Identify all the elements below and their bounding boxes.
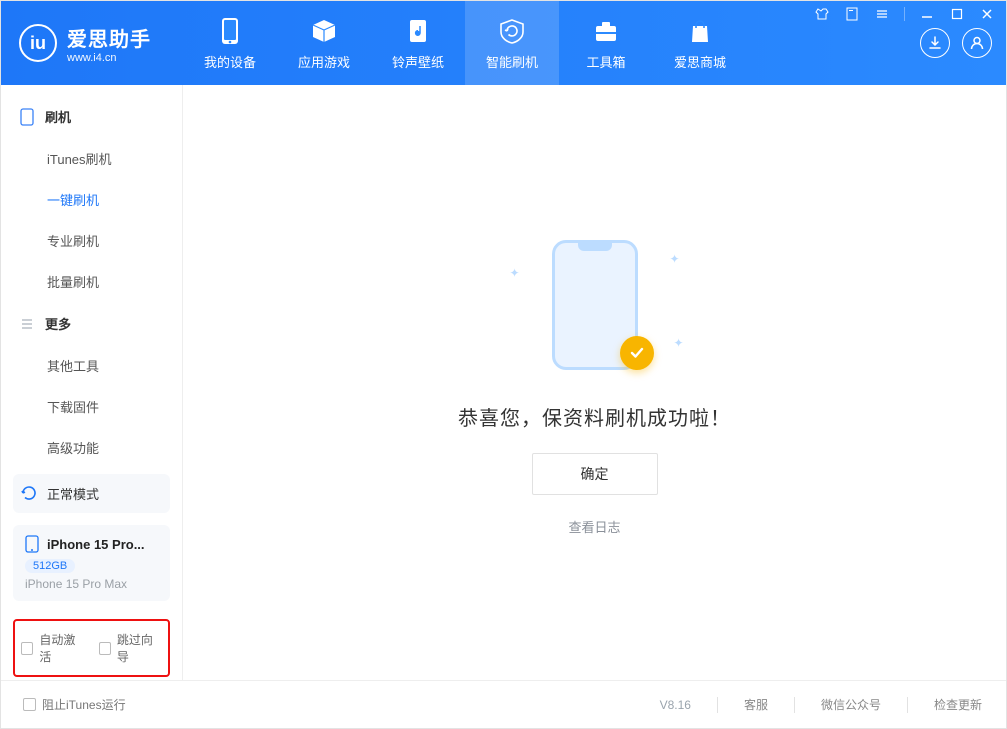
version-label: V8.16 (660, 698, 691, 712)
success-message: 恭喜您，保资料刷机成功啦！ (458, 402, 731, 431)
top-nav: 我的设备 应用游戏 铃声壁纸 智能刷机 工具箱 爱思商城 (183, 1, 747, 85)
phone-icon (215, 16, 245, 46)
nav-label: 智能刷机 (486, 52, 538, 71)
divider (907, 697, 908, 713)
footer-link-support[interactable]: 客服 (744, 696, 768, 713)
sidebar-item-pro-flash[interactable]: 专业刷机 (1, 220, 182, 261)
nav-label: 应用游戏 (298, 52, 350, 71)
nav-label: 爱思商城 (674, 52, 726, 71)
download-center-icon[interactable] (920, 28, 950, 58)
device-card[interactable]: iPhone 15 Pro... 512GB iPhone 15 Pro Max (13, 525, 170, 601)
checkbox-icon (21, 642, 33, 655)
footer-link-update[interactable]: 检查更新 (934, 696, 982, 713)
music-icon (403, 16, 433, 46)
nav-label: 工具箱 (586, 52, 625, 71)
view-log-link[interactable]: 查看日志 (568, 517, 620, 536)
section-title: 更多 (45, 314, 71, 333)
checkbox-icon (99, 642, 111, 655)
skin-icon[interactable] (812, 4, 832, 24)
window-controls (812, 4, 997, 24)
checkbox-label: 跳过向导 (117, 631, 162, 665)
sidebar-item-batch-flash[interactable]: 批量刷机 (1, 261, 182, 302)
sidebar-item-itunes-flash[interactable]: iTunes刷机 (1, 138, 182, 179)
refresh-shield-icon (497, 16, 527, 46)
main-content: ✦✦✦ 恭喜您，保资料刷机成功啦！ 确定 查看日志 (183, 85, 1006, 680)
phone-refresh-icon (19, 109, 35, 125)
minimize-icon[interactable] (917, 4, 937, 24)
brand-logo: iu 爱思助手 www.i4.cn (1, 1, 183, 85)
checkbox-label: 阻止iTunes运行 (42, 696, 126, 713)
section-title: 刷机 (45, 107, 71, 126)
device-model: iPhone 15 Pro Max (25, 577, 158, 591)
close-icon[interactable] (977, 4, 997, 24)
nav-apps-games[interactable]: 应用游戏 (277, 1, 371, 85)
success-illustration: ✦✦✦ (530, 230, 660, 380)
checkbox-block-itunes[interactable]: 阻止iTunes运行 (23, 696, 126, 713)
nav-store[interactable]: 爱思商城 (653, 1, 747, 85)
sidebar-item-advanced[interactable]: 高级功能 (1, 427, 182, 468)
menu-icon[interactable] (872, 4, 892, 24)
sidebar-item-download-firmware[interactable]: 下载固件 (1, 386, 182, 427)
sidebar-item-other-tools[interactable]: 其他工具 (1, 345, 182, 386)
section-flash-header[interactable]: 刷机 (1, 95, 182, 138)
more-icon (19, 316, 35, 332)
cube-icon (309, 16, 339, 46)
footer: 阻止iTunes运行 V8.16 客服 微信公众号 检查更新 (1, 680, 1006, 728)
device-name: iPhone 15 Pro... (47, 537, 145, 552)
nav-smart-flash[interactable]: 智能刷机 (465, 1, 559, 85)
checkbox-skip-wizard[interactable]: 跳过向导 (99, 631, 163, 665)
nav-label: 铃声壁纸 (392, 52, 444, 71)
separator (904, 7, 905, 21)
checkbox-auto-activate[interactable]: 自动激活 (21, 631, 85, 665)
briefcase-icon (591, 16, 621, 46)
status-mode[interactable]: 正常模式 (13, 474, 170, 513)
checkbox-label: 自动激活 (39, 631, 84, 665)
nav-toolbox[interactable]: 工具箱 (559, 1, 653, 85)
section-more-header[interactable]: 更多 (1, 302, 182, 345)
footer-link-wechat[interactable]: 微信公众号 (821, 696, 881, 713)
device-phone-icon (25, 535, 39, 553)
maximize-icon[interactable] (947, 4, 967, 24)
device-storage-badge: 512GB (25, 559, 75, 573)
shopping-bag-icon (685, 16, 715, 46)
nav-my-device[interactable]: 我的设备 (183, 1, 277, 85)
nav-label: 我的设备 (204, 52, 256, 71)
feedback-icon[interactable] (842, 4, 862, 24)
account-icon[interactable] (962, 28, 992, 58)
status-text: 正常模式 (47, 484, 99, 503)
nav-ringtone-wallpaper[interactable]: 铃声壁纸 (371, 1, 465, 85)
sidebar-item-oneclick-flash[interactable]: 一键刷机 (1, 179, 182, 220)
confirm-button[interactable]: 确定 (532, 453, 658, 495)
refresh-icon (21, 485, 39, 503)
highlighted-options: 自动激活 跳过向导 (13, 619, 170, 677)
checkbox-icon (23, 698, 36, 711)
sidebar: 刷机 iTunes刷机 一键刷机 专业刷机 批量刷机 更多 其他工具 下载固件 … (1, 85, 183, 680)
brand-url: www.i4.cn (67, 52, 151, 64)
divider (794, 697, 795, 713)
brand-name: 爱思助手 (67, 23, 151, 52)
divider (717, 697, 718, 713)
brand-icon: iu (19, 24, 57, 62)
check-badge-icon (620, 336, 654, 370)
